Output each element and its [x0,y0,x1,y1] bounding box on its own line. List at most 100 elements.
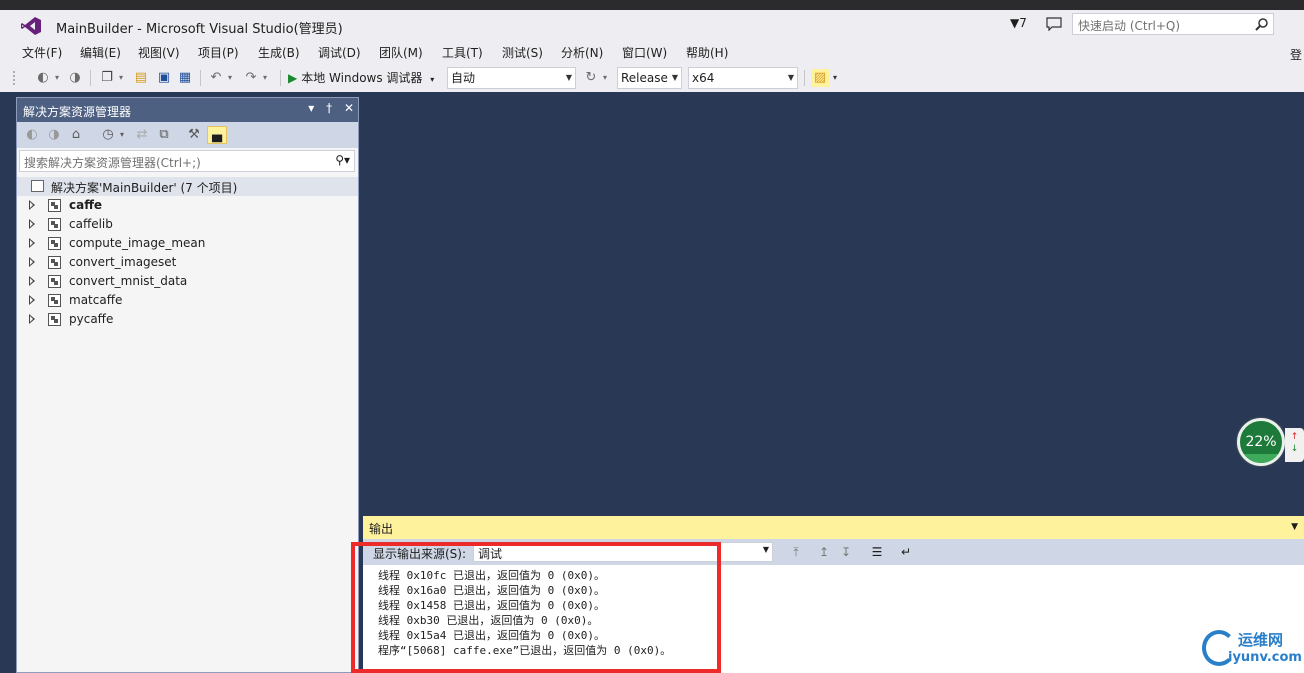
solution-explorer-panel: 解决方案资源管理器 ▾ † ✕ ◐ ◑ ⌂ ◷ ▾ ⇄ ⧉ ⚒ ▄ 搜索解决方案… [16,97,359,673]
expand-arrow-icon[interactable] [29,276,35,286]
solution-root-label: 解决方案'MainBuilder' (7 个项目) [51,181,238,195]
menu-file[interactable]: 文件(F) [22,44,62,61]
project-node-matcaffe[interactable]: matcaffe [17,291,358,310]
project-label: compute_image_mean [69,236,206,250]
output-line: 线程 0x16a0 已退出，返回值为 0 (0x0)。 [378,584,605,597]
cpp-project-icon [48,237,61,250]
undo-dropdown-icon[interactable]: ▾ [225,69,235,87]
save-all-icon[interactable]: ▦ [176,69,194,87]
output-title-bar[interactable]: 输出 ▼ [363,516,1304,539]
project-node-caffelib[interactable]: caffelib [17,215,358,234]
expand-arrow-icon[interactable] [29,219,35,229]
next-message-icon[interactable]: ↧ [837,543,855,561]
expand-arrow-icon[interactable] [29,295,35,305]
refresh-icon[interactable]: ↻ [582,69,600,87]
project-node-convert-mnist-data[interactable]: convert_mnist_data [17,272,358,291]
notifications-button[interactable]: ▼7 [1010,16,1027,30]
solution-search-input[interactable]: 搜索解决方案资源管理器(Ctrl+;) ⚲▾ [19,150,355,172]
toolbar-separator [200,70,201,86]
output-text-area[interactable]: 线程 0x10fc 已退出，返回值为 0 (0x0)。 线程 0x16a0 已退… [363,565,1304,673]
solution-explorer-toolbar: ◐ ◑ ⌂ ◷ ▾ ⇄ ⧉ ⚒ ▄ [17,122,358,148]
expand-arrow-icon[interactable] [29,314,35,324]
forward-icon[interactable]: ◑ [66,69,84,87]
menu-team[interactable]: 团队(M) [379,44,423,61]
previous-message-icon[interactable]: ↥ [815,543,833,561]
sync-icon[interactable]: ⇄ [133,126,151,144]
config-auto-value: 自动 [451,71,476,85]
menu-tools[interactable]: 工具(T) [442,44,483,61]
pin-icon[interactable]: † [326,101,332,115]
expand-arrow-icon[interactable] [29,257,35,267]
menu-project[interactable]: 项目(P) [198,44,239,61]
properties-wrench-icon[interactable]: ⚒ [185,126,203,144]
sign-in-link[interactable]: 登 [1290,46,1302,63]
collapse-all-icon[interactable]: ⧉ [155,126,173,144]
project-node-convert-imageset[interactable]: convert_imageset [17,253,358,272]
expand-arrow-icon[interactable] [29,238,35,248]
home-icon[interactable]: ⌂ [67,126,85,144]
back-icon[interactable]: ◐ [23,126,41,144]
project-label: matcaffe [69,293,123,307]
project-node-pycaffe[interactable]: pycaffe [17,310,358,329]
cpp-project-icon [48,275,61,288]
memory-usage-widget[interactable]: 22% [1237,418,1285,466]
redo-dropdown-icon[interactable]: ▾ [260,69,270,87]
menu-analyze[interactable]: 分析(N) [561,44,603,61]
menu-bar: 文件(F) 编辑(E) 视图(V) 项目(P) 生成(B) 调试(D) 团队(M… [0,40,1304,64]
close-icon[interactable]: ✕ [344,101,354,115]
configuration-value: Release [621,71,668,85]
menu-debug[interactable]: 调试(D) [318,44,361,61]
menu-view[interactable]: 视图(V) [138,44,180,61]
chevron-down-icon: ▼ [762,545,769,554]
project-node-caffe[interactable]: caffe [17,196,358,215]
toolbar-overflow-icon[interactable]: ▾ [830,69,840,87]
solution-config-combo[interactable]: 自动 ▼ [447,67,576,89]
cpp-project-icon [48,313,61,326]
run-dropdown-icon[interactable]: ▾ [430,75,434,84]
project-node-compute-image-mean[interactable]: compute_image_mean [17,234,358,253]
window-position-icon[interactable]: ▼ [1291,522,1298,532]
toolbar-grip[interactable] [12,70,16,86]
menu-test[interactable]: 测试(S) [502,44,543,61]
menu-build[interactable]: 生成(B) [258,44,300,61]
expand-arrow-icon[interactable] [29,200,35,210]
output-source-combo[interactable]: 调试 ▼ [473,542,773,562]
platform-combo[interactable]: x64 ▼ [688,67,798,89]
cpp-project-icon [48,199,61,212]
solution-root-node[interactable]: 解决方案'MainBuilder' (7 个项目) [17,177,358,196]
word-wrap-icon[interactable]: ↵ [897,543,915,561]
output-line: 线程 0x1458 已退出，返回值为 0 (0x0)。 [378,599,605,612]
open-folder-icon[interactable]: ▤ [132,69,150,87]
find-in-files-icon[interactable]: ▨ [811,69,829,87]
preview-selected-icon[interactable]: ▄ [207,126,227,144]
redo-icon[interactable]: ↷ [242,69,260,87]
new-project-icon[interactable]: ❐ [98,69,116,87]
start-debugging-button[interactable]: ▶ 本地 Windows 调试器 ▾ [288,69,434,87]
quick-launch-input[interactable]: 快速启动 (Ctrl+Q) [1072,13,1274,35]
solution-explorer-title-bar[interactable]: 解决方案资源管理器 ▾ † ✕ [17,98,358,122]
watermark-cn: 运维网 [1238,631,1284,649]
pending-dropdown-icon[interactable]: ▾ [117,126,127,144]
pending-changes-icon[interactable]: ◷ [99,126,117,144]
clear-all-icon[interactable]: ☰ [868,543,886,561]
project-label: convert_imageset [69,255,177,269]
undo-icon[interactable]: ↶ [207,69,225,87]
output-toolbar: 显示输出来源(S): 调试 ▼ ⤒ ↥ ↧ ☰ ↵ [363,539,1304,565]
new-dropdown-icon[interactable]: ▾ [116,69,126,87]
feedback-icon[interactable] [1046,17,1062,31]
back-icon[interactable]: ◐ [34,69,52,87]
menu-window[interactable]: 窗口(W) [622,44,667,61]
menu-edit[interactable]: 编辑(E) [80,44,121,61]
network-speed-indicator: ↑ ↓ [1285,428,1304,462]
find-message-icon[interactable]: ⤒ [787,543,805,561]
chevron-down-icon: ▼ [565,73,572,82]
menu-help[interactable]: 帮助(H) [686,44,728,61]
configuration-combo[interactable]: Release ▼ [617,67,682,89]
back-dropdown-icon[interactable]: ▾ [52,69,62,87]
output-line: 程序“[5068] caffe.exe”已退出，返回值为 0 (0x0)。 [378,644,672,657]
save-icon[interactable]: ▣ [155,69,173,87]
toolbar-separator [280,70,281,86]
forward-icon[interactable]: ◑ [45,126,63,144]
refresh-dropdown-icon[interactable]: ▾ [600,69,610,87]
window-position-icon[interactable]: ▾ [308,101,314,115]
